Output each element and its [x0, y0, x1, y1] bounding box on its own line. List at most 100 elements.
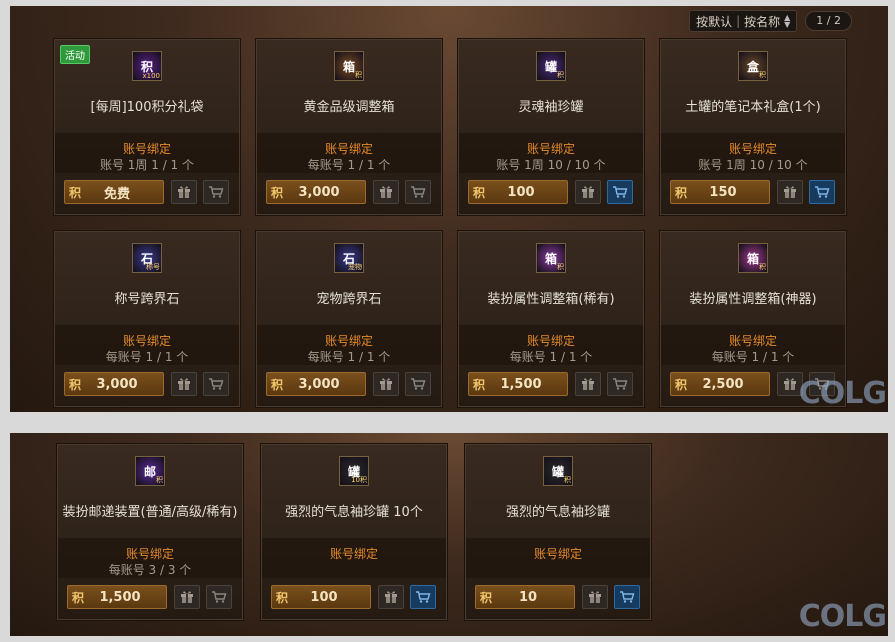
gift-button[interactable] [171, 180, 197, 204]
points-icon: 积 [68, 377, 81, 392]
item-name: 装扮邮递装置(普通/高级/稀有) [62, 505, 238, 520]
shop-panel-page-2: 邮积装扮邮递装置(普通/高级/稀有) 账号绑定 每账号 3 / 3 个积 1,500 罐… [10, 433, 888, 636]
add-to-cart-button[interactable] [405, 372, 431, 396]
add-to-cart-button[interactable] [809, 180, 835, 204]
points-icon: 积 [472, 185, 485, 200]
item-icon[interactable]: 箱积 [738, 243, 768, 273]
item-card[interactable]: 罐 10积 强烈的气息袖珍罐 10个 账号绑定积 100 [260, 443, 448, 621]
item-purchase-limit: 每账号 1 / 1 个 [105, 350, 189, 364]
item-bind-type: 账号绑定 [324, 334, 373, 348]
gift-button[interactable] [575, 372, 601, 396]
sort-default-option[interactable]: 按默认 [696, 13, 732, 30]
buy-price-button[interactable]: 积 100 [468, 180, 568, 204]
cart-icon [612, 185, 628, 199]
item-card[interactable]: 箱积装扮属性调整箱(稀有) 账号绑定 每账号 1 / 1 个积 1,500 [457, 230, 645, 408]
cart-icon [208, 185, 224, 199]
add-to-cart-button[interactable] [614, 585, 640, 609]
item-icon-sublabel: x100 [142, 72, 160, 80]
cart-icon [814, 185, 830, 199]
item-icon[interactable]: 石宠物 [334, 243, 364, 273]
item-name: 强烈的气息袖珍罐 [505, 505, 610, 520]
gift-icon [379, 185, 393, 199]
item-icon-sublabel: 积 [759, 71, 766, 79]
event-badge: 活动 [60, 45, 90, 64]
add-to-cart-button[interactable] [203, 372, 229, 396]
item-name: 装扮属性调整箱(稀有) [487, 292, 615, 307]
gift-button[interactable] [582, 585, 608, 609]
item-icon-glyph: 箱 [746, 251, 759, 266]
sort-separator: | [736, 14, 741, 28]
gift-icon [177, 185, 191, 199]
item-price: 3,000 [298, 376, 340, 392]
item-name: 灵魂袖珍罐 [518, 100, 584, 115]
item-purchase-limit: 每账号 3 / 3 个 [108, 563, 192, 577]
buy-price-button[interactable]: 积 1,500 [468, 372, 568, 396]
buy-price-button[interactable]: 积 3,000 [266, 180, 366, 204]
item-icon-sublabel: 积 [557, 71, 564, 79]
gift-button[interactable] [575, 180, 601, 204]
item-card[interactable]: 盒积土罐的笔记本礼盒(1个) 账号绑定 账号 1周 10 / 10 个积 150 [659, 38, 847, 216]
add-to-cart-button[interactable] [607, 372, 633, 396]
add-to-cart-button[interactable] [607, 180, 633, 204]
item-card[interactable]: 罐积灵魂袖珍罐 账号绑定 账号 1周 10 / 10 个积 100 [457, 38, 645, 216]
gift-button[interactable] [378, 585, 404, 609]
item-bind-type: 账号绑定 [526, 142, 575, 156]
item-name: 装扮属性调整箱(神器) [689, 292, 817, 307]
gift-button[interactable] [373, 372, 399, 396]
item-card[interactable]: 邮积装扮邮递装置(普通/高级/稀有) 账号绑定 每账号 3 / 3 个积 1,500 [56, 443, 244, 621]
gift-button[interactable] [171, 372, 197, 396]
item-price: 3,000 [298, 184, 340, 200]
buy-price-button[interactable]: 积 1,500 [67, 585, 167, 609]
cart-icon [619, 590, 635, 604]
sort-select[interactable]: 按默认 | 按名称 ▲ ▼ [689, 10, 798, 32]
buy-price-button[interactable]: 积 150 [670, 180, 770, 204]
item-price: 1,500 [500, 376, 542, 392]
item-icon-glyph: 罐 [551, 464, 564, 479]
item-bind-type: 账号绑定 [329, 547, 378, 561]
item-icon[interactable]: 箱积 [536, 243, 566, 273]
item-icon[interactable]: 积 x100 [132, 51, 162, 81]
sort-name-option[interactable]: 按名称 [744, 13, 780, 30]
item-card[interactable]: 箱积黄金品级调整箱 账号绑定 每账号 1 / 1 个积 3,000 [255, 38, 443, 216]
item-icon-sublabel: 积 [156, 476, 163, 484]
add-to-cart-button[interactable] [410, 585, 436, 609]
item-price: 1,500 [99, 589, 141, 605]
item-name: 黄金品级调整箱 [303, 100, 395, 115]
add-to-cart-button[interactable] [206, 585, 232, 609]
item-icon-glyph: 邮 [143, 464, 156, 479]
item-card[interactable]: 活动 积 x100 [每周]100积分礼袋 账号绑定 账号 1周 1 / 1 个积 免费 [53, 38, 241, 216]
add-to-cart-button[interactable] [405, 180, 431, 204]
gift-icon [581, 185, 595, 199]
sort-arrows-icon[interactable]: ▲ ▼ [784, 14, 790, 29]
gift-button[interactable] [373, 180, 399, 204]
points-icon: 积 [674, 377, 687, 392]
item-purchase-limit: 账号 1周 10 / 10 个 [698, 158, 808, 172]
buy-price-button[interactable]: 积 3,000 [64, 372, 164, 396]
gift-button[interactable] [777, 180, 803, 204]
item-icon[interactable]: 邮积 [135, 456, 165, 486]
cart-icon [208, 377, 224, 391]
buy-price-button[interactable]: 积 免费 [64, 180, 164, 204]
buy-price-button[interactable]: 积 10 [475, 585, 575, 609]
gift-icon [783, 377, 797, 391]
item-icon[interactable]: 盒积 [738, 51, 768, 81]
buy-price-button[interactable]: 积 3,000 [266, 372, 366, 396]
page-indicator[interactable]: 1 / 2 [805, 11, 852, 31]
buy-price-button[interactable]: 积 100 [271, 585, 371, 609]
item-icon-glyph: 箱 [342, 59, 355, 74]
item-icon[interactable]: 石称号 [132, 243, 162, 273]
item-icon-sublabel: 积 [355, 71, 362, 79]
item-card[interactable]: 石宠物 宠物跨界石 账号绑定 每账号 1 / 1 个积 3,000 [255, 230, 443, 408]
item-icon[interactable]: 罐 10积 [339, 456, 369, 486]
item-card[interactable]: 石称号 称号跨界石 账号绑定 每账号 1 / 1 个积 3,000 [53, 230, 241, 408]
item-icon[interactable]: 罐积 [536, 51, 566, 81]
item-icon-sublabel: 10积 [351, 476, 367, 484]
item-icon[interactable]: 罐积 [543, 456, 573, 486]
item-icon[interactable]: 箱积 [334, 51, 364, 81]
add-to-cart-button[interactable] [203, 180, 229, 204]
points-icon: 积 [479, 590, 492, 605]
cart-icon [410, 185, 426, 199]
gift-button[interactable] [174, 585, 200, 609]
buy-price-button[interactable]: 积 2,500 [670, 372, 770, 396]
item-card[interactable]: 罐积强烈的气息袖珍罐 账号绑定积 10 [464, 443, 652, 621]
